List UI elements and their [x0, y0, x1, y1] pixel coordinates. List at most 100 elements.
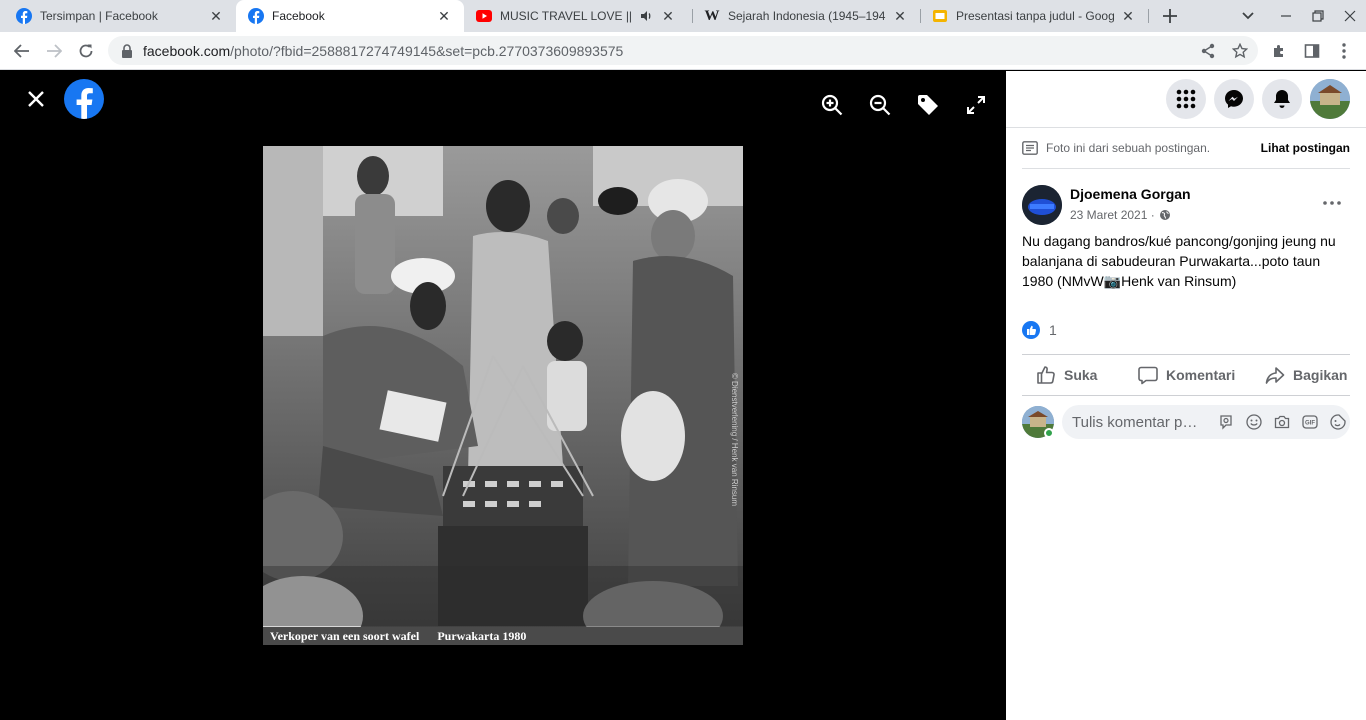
reload-button[interactable] — [74, 39, 98, 63]
post-options-button[interactable] — [1318, 191, 1346, 215]
fullscreen-icon — [967, 96, 985, 114]
comment-label: Komentari — [1166, 367, 1236, 383]
close-icon[interactable]: ✕ — [436, 8, 452, 24]
post-photo[interactable]: © Dienstverlening / Henk van Rinsum Verk… — [263, 146, 743, 645]
facebook-icon — [16, 8, 32, 24]
tab-strip: Tersimpan | Facebook ✕ Facebook ✕ MUSIC … — [0, 0, 1366, 32]
tab-title: Sejarah Indonesia (1945–194 — [728, 9, 886, 23]
close-icon[interactable]: ✕ — [660, 8, 676, 24]
account-avatar[interactable] — [1310, 79, 1350, 119]
photo-viewer: © Dienstverlening / Henk van Rinsum Verk… — [0, 71, 1006, 720]
tab-title: Presentasi tanpa judul - Goog — [956, 9, 1114, 23]
extensions-button[interactable] — [1269, 41, 1289, 61]
bell-icon — [1274, 90, 1290, 108]
reaction-summary[interactable]: 1 — [1022, 321, 1057, 339]
avatar-sticker-icon[interactable] — [1218, 414, 1234, 430]
tag-photo-button[interactable] — [916, 93, 940, 117]
close-window-button[interactable] — [1342, 8, 1358, 24]
reload-icon — [79, 44, 93, 58]
url-text[interactable]: facebook.com/photo/?fbid=258881727474914… — [143, 43, 623, 59]
fullscreen-button[interactable] — [964, 93, 988, 117]
close-icon[interactable]: ✕ — [1120, 8, 1136, 24]
browser-menu-button[interactable] — [1334, 41, 1354, 61]
online-status-indicator — [1044, 428, 1054, 438]
side-panel-button[interactable] — [1302, 41, 1322, 61]
tab-separator — [920, 9, 921, 23]
tab-sejarah-indonesia[interactable]: W Sejarah Indonesia (1945–194 ✕ — [692, 0, 920, 32]
document-icon — [1022, 140, 1038, 156]
author-avatar[interactable] — [1022, 185, 1062, 225]
tab-tersimpan[interactable]: Tersimpan | Facebook ✕ — [0, 0, 236, 32]
post-date-text: 23 Maret 2021 · — [1070, 208, 1155, 222]
svg-text:GIF: GIF — [1305, 421, 1315, 427]
chevron-down-icon — [1242, 12, 1254, 20]
share-icon — [1201, 43, 1215, 59]
my-avatar[interactable] — [1022, 406, 1054, 438]
tab-title: Facebook — [272, 9, 325, 23]
tab-facebook[interactable]: Facebook ✕ — [236, 0, 464, 32]
share-button[interactable] — [1197, 40, 1219, 62]
tag-icon — [918, 95, 938, 115]
menu-button[interactable] — [1166, 79, 1206, 119]
like-button[interactable]: Suka — [1036, 355, 1097, 395]
photo-image — [263, 146, 743, 645]
author-avatar-image — [1022, 185, 1062, 225]
zoom-in-button[interactable] — [820, 93, 844, 117]
facebook-icon — [76, 88, 93, 119]
sticker-icon[interactable] — [1330, 414, 1346, 430]
puzzle-icon — [1274, 45, 1283, 57]
address-bar[interactable]: facebook.com/photo/?fbid=258881727474914… — [108, 36, 1258, 65]
side-panel-icon — [1304, 44, 1320, 58]
facebook-logo[interactable] — [64, 79, 104, 119]
wikipedia-icon: W — [704, 7, 720, 24]
notifications-button[interactable] — [1262, 79, 1302, 119]
facebook-top-bar — [1006, 71, 1366, 128]
comment-placeholder: Tulis komentar publik... — [1072, 413, 1204, 431]
tab-separator — [692, 9, 693, 23]
star-icon — [1232, 43, 1248, 59]
bookmark-button[interactable] — [1229, 40, 1251, 62]
emoji-icon[interactable] — [1246, 414, 1262, 430]
share-arrow-icon — [1265, 365, 1285, 385]
camera-icon[interactable] — [1274, 414, 1290, 430]
zoom-out-icon — [869, 94, 891, 116]
arrow-right-icon — [47, 44, 62, 58]
close-icon[interactable]: ✕ — [892, 8, 908, 24]
comment-input[interactable]: Tulis komentar publik... GIF — [1062, 405, 1350, 439]
forward-button[interactable] — [42, 39, 66, 63]
view-post-link[interactable]: Lihat postingan — [1261, 141, 1350, 155]
url-host: facebook.com — [143, 42, 231, 59]
tab-search-button[interactable] — [1240, 8, 1256, 24]
lock-icon[interactable] — [121, 43, 135, 58]
new-tab-button[interactable] — [1160, 6, 1180, 26]
close-viewer-button[interactable] — [24, 87, 48, 111]
post-timestamp[interactable]: 23 Maret 2021 · — [1070, 208, 1171, 222]
gif-icon[interactable]: GIF — [1302, 414, 1318, 430]
author-name[interactable]: Djoemena Gorgan — [1070, 186, 1191, 202]
post-body-text: Nu dagang bandros/kué pancong/gonjing je… — [1022, 233, 1336, 289]
restore-button[interactable] — [1310, 8, 1326, 24]
more-vertical-icon — [1342, 43, 1346, 59]
tab-music-travel-love[interactable]: MUSIC TRAVEL LOVE || #m ✕ — [464, 0, 692, 32]
messenger-button[interactable] — [1214, 79, 1254, 119]
tab-presentasi[interactable]: Presentasi tanpa judul - Goog ✕ — [920, 0, 1148, 32]
apps-grid-icon — [1176, 89, 1196, 109]
youtube-icon — [476, 8, 492, 24]
reaction-count: 1 — [1049, 322, 1057, 338]
minimize-button[interactable] — [1278, 8, 1294, 24]
audio-playing-icon[interactable] — [640, 8, 654, 24]
comment-button[interactable]: Komentari — [1138, 355, 1235, 395]
back-button[interactable] — [10, 39, 34, 63]
close-icon[interactable]: ✕ — [208, 8, 224, 24]
tab-title: Tersimpan | Facebook — [40, 9, 158, 23]
comment-icon — [1138, 365, 1158, 385]
more-horizontal-icon — [1323, 201, 1341, 205]
messenger-icon — [1225, 90, 1243, 108]
share-label: Bagikan — [1293, 367, 1348, 383]
zoom-out-button[interactable] — [868, 93, 892, 117]
arrow-left-icon — [14, 44, 29, 58]
share-post-button[interactable]: Bagikan — [1265, 355, 1347, 395]
close-icon — [1344, 10, 1356, 22]
tab-title: MUSIC TRAVEL LOVE || #m — [500, 9, 632, 23]
photo-caption: Verkoper van een soort wafel Purwakarta … — [263, 627, 743, 645]
